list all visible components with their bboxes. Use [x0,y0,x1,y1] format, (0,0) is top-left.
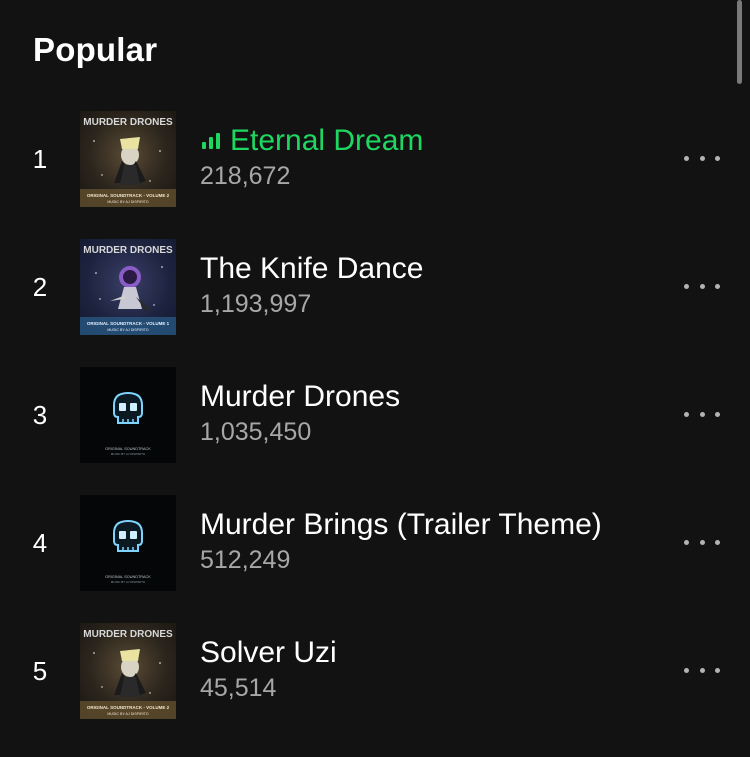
track-number: 4 [32,528,48,558]
cover-subtitle-text: ORIGINAL SOUNDTRACK - VOLUME 1 [87,321,170,326]
play-count: 45,514 [200,674,277,702]
album-cover: ORIGINAL SOUNDTRACK MUSIC BY AJ DISPIRIT… [80,495,176,591]
track-number: 2 [32,272,48,302]
track-info: Solver Uzi 45,514 [200,634,680,704]
track-list: 1 MURDER DRONES ORIGINAL SOUNDTRACK - VO… [0,100,750,740]
cover-credit-text: MUSIC BY AJ DISPIRITO [111,452,146,456]
album-art-vol1: MURDER DRONES ORIGINAL SOUNDTRACK - VOLU… [80,239,176,335]
cover-subtitle-text: ORIGINAL SOUNDTRACK [105,575,151,579]
album-cover: MURDER DRONES ORIGINAL SOUNDTRACK - VOLU… [80,623,176,719]
equalizer-bars-icon [202,133,220,149]
track-title-playing[interactable]: Eternal Dream [200,122,680,160]
play-count: 1,193,997 [200,290,312,318]
skull-cover-art: ORIGINAL SOUNDTRACK MUSIC BY AJ DISPIRIT… [80,495,176,591]
cover-credit-text: MUSIC BY AJ DISPIRITO [111,580,146,584]
track-number: 3 [32,400,48,430]
track-info: The Knife Dance 1,193,997 [200,250,680,320]
more-options-icon[interactable] [684,530,720,554]
cover-subtitle-text: ORIGINAL SOUNDTRACK - VOLUME 2 [87,193,170,198]
more-options-icon[interactable] [684,402,720,426]
cover-title-text: MURDER DRONES [83,245,173,256]
track-info: Murder Drones 1,035,450 [200,378,680,448]
cover-credit-text: MUSIC BY AJ DISPIRITO [107,200,148,204]
play-count: 218,672 [200,162,291,190]
more-options-icon[interactable] [684,658,720,682]
track-row[interactable]: 4 ORIGINAL SOUNDTRACK MUSIC BY AJ DISPIR… [0,484,750,612]
more-options-icon[interactable] [684,146,720,170]
track-title[interactable]: Murder Brings (Trailer Theme) [200,506,680,544]
track-title[interactable]: The Knife Dance [200,250,680,288]
album-art-vol2: MURDER DRONES ORIGINAL SOUNDTRACK - VOLU… [80,111,176,207]
cover-credit-text: MUSIC BY AJ DISPIRITO [107,328,148,332]
album-cover: MURDER DRONES ORIGINAL SOUNDTRACK - VOLU… [80,111,176,207]
track-row[interactable]: 1 MURDER DRONES ORIGINAL SOUNDTRACK - VO… [0,100,750,228]
cover-subtitle-text: ORIGINAL SOUNDTRACK [105,447,151,451]
play-count: 512,249 [200,546,291,574]
album-cover: MURDER DRONES ORIGINAL SOUNDTRACK - VOLU… [80,239,176,335]
track-title-text: Eternal Dream [230,124,424,157]
track-title[interactable]: Murder Drones [200,378,680,416]
play-count: 1,035,450 [200,418,312,446]
scrollbar-thumb[interactable] [737,0,742,84]
cover-title-text: MURDER DRONES [83,117,173,128]
cover-title-text: MURDER DRONES [83,629,173,640]
more-options-icon[interactable] [684,274,720,298]
cover-subtitle-text: ORIGINAL SOUNDTRACK - VOLUME 2 [87,705,170,710]
track-row[interactable]: 3 ORIGINAL SOUNDTRACK MUSIC BY AJ DISPIR… [0,356,750,484]
section-title: Popular [33,31,158,68]
track-row[interactable]: 5 MURDER DRONES ORIGINAL SOUNDTRACK - VO… [0,612,750,740]
skull-cover-art: ORIGINAL SOUNDTRACK MUSIC BY AJ DISPIRIT… [80,367,176,463]
album-art-vol2: MURDER DRONES ORIGINAL SOUNDTRACK - VOLU… [80,623,176,719]
track-info: Eternal Dream 218,672 [200,122,680,192]
track-number: 5 [32,656,48,686]
album-cover: ORIGINAL SOUNDTRACK MUSIC BY AJ DISPIRIT… [80,367,176,463]
popular-tracks-panel: Popular 1 MURDER DRONES ORIGINAL SOUNDTR… [0,0,750,757]
track-info: Murder Brings (Trailer Theme) 512,249 [200,506,680,576]
track-row[interactable]: 2 MURDER DRONES ORIGINAL SOUNDTRACK - VO… [0,228,750,356]
track-number: 1 [32,144,48,174]
track-title[interactable]: Solver Uzi [200,634,680,672]
cover-credit-text: MUSIC BY AJ DISPIRITO [107,712,148,716]
